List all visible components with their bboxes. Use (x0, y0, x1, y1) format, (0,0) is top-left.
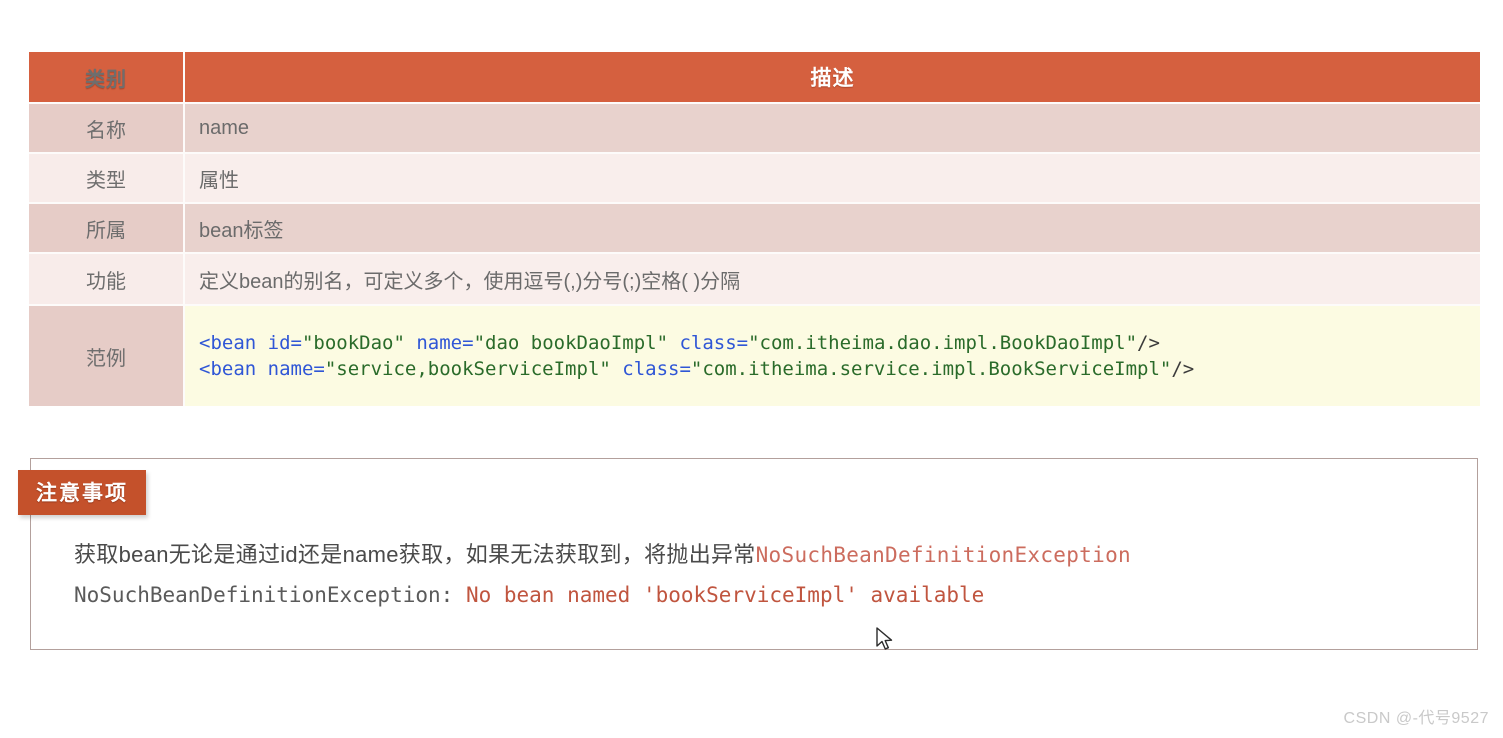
row-label-name: 名称 (29, 104, 185, 154)
mouse-cursor-icon (876, 627, 893, 650)
table-row-example: 范例 <bean id="bookDao" name="dao bookDaoI… (29, 306, 1480, 406)
table-row-function: 功能 定义bean的别名，可定义多个，使用逗号(,)分号(;)空格( )分隔 (29, 254, 1480, 306)
table-row-type: 类型 属性 (29, 154, 1480, 204)
header-description: 描述 (185, 52, 1480, 104)
row-value-function: 定义bean的别名，可定义多个，使用逗号(,)分号(;)空格( )分隔 (185, 254, 1480, 306)
row-label-function: 功能 (29, 254, 185, 306)
row-value-name: name (185, 104, 1480, 154)
csdn-watermark: CSDN @-代号9527 (1343, 710, 1489, 727)
row-label-example: 范例 (29, 306, 185, 406)
notice-body: 获取bean无论是通过id还是name获取，如果无法获取到，将抛出异常NoSuc… (74, 537, 1414, 607)
notice-exception-name: NoSuchBeanDefinitionException (755, 543, 1131, 567)
row-label-belongs-to: 所属 (29, 204, 185, 254)
notice-line-1: 获取bean无论是通过id还是name获取，如果无法获取到，将抛出异常NoSuc… (74, 537, 1414, 569)
table-row-name: 名称 name (29, 104, 1480, 154)
row-value-belongs-to: bean标签 (185, 204, 1480, 254)
notice-line-2: NoSuchBeanDefinitionException: No bean n… (74, 583, 1414, 607)
notice-exception-message: No bean named 'bookServiceImpl' availabl… (465, 583, 985, 607)
notice-exception-prefix: NoSuchBeanDefinitionException: (74, 583, 466, 607)
header-category: 类别 (29, 52, 185, 104)
code-line-1: <bean id="bookDao" name="dao bookDaoImpl… (199, 331, 1160, 354)
table-header-row: 类别 描述 (29, 52, 1480, 104)
notice-line-1-text: 获取bean无论是通过id还是name获取，如果无法获取到，将抛出异常 (74, 542, 756, 567)
table-row-belongs-to: 所属 bean标签 (29, 204, 1480, 254)
notice-tag-label: 注意事项 (10, 464, 146, 516)
row-value-type: 属性 (185, 154, 1480, 204)
code-line-2: <bean name="service,bookServiceImpl" cla… (199, 358, 1195, 380)
row-value-example-code: <bean id="bookDao" name="dao bookDaoImpl… (185, 306, 1480, 406)
row-label-type: 类型 (29, 154, 185, 204)
bean-name-spec-table: 类别 描述 名称 name 类型 属性 所属 bean标签 功能 定义bean的… (29, 52, 1480, 406)
